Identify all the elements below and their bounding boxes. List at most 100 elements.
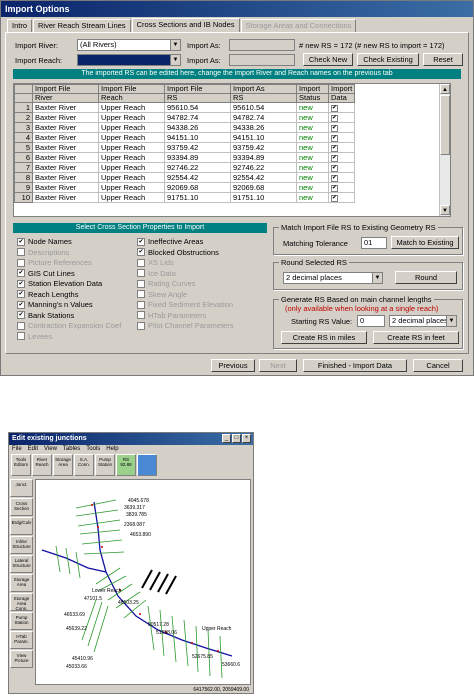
property-checkbox-row[interactable]: ✔ Reach Lengths xyxy=(17,290,78,299)
tab-cross-sections-ib-nodes[interactable]: Cross Sections and IB Nodes xyxy=(131,18,240,33)
property-checkbox[interactable]: ✔ xyxy=(137,248,145,256)
view-picture-button[interactable]: View Picture xyxy=(10,650,33,668)
import-checkbox[interactable]: ✔ xyxy=(331,165,338,172)
minimize-icon[interactable]: _ xyxy=(222,434,231,443)
maximize-icon[interactable]: □ xyxy=(232,434,241,443)
import-as-rs-cell[interactable]: 93394.89 xyxy=(230,152,297,163)
starting-rs-decimal-select[interactable]: 2 decimal places ▼ xyxy=(389,315,457,327)
menu-view[interactable]: View xyxy=(41,445,60,454)
table-scrollbar[interactable]: ▲ ▼ xyxy=(439,84,450,216)
round-decimal-select[interactable]: 2 decimal places ▼ xyxy=(283,272,383,284)
table-row[interactable]: 5 Baxter River Upper Reach 93759.42 93759.42… xyxy=(14,142,356,153)
match-to-existing-button[interactable]: Match to Existing xyxy=(391,236,459,249)
import-as-rs-cell[interactable]: 92554.42 xyxy=(230,172,297,183)
storage-area-editor-button[interactable]: Storage Area xyxy=(10,574,33,592)
property-checkbox-row[interactable]: ✔ Blocked Obstructions xyxy=(137,248,219,257)
chevron-down-icon[interactable]: ▼ xyxy=(170,40,180,50)
cancel-button[interactable]: Cancel xyxy=(413,359,463,372)
property-checkbox[interactable]: ✔ xyxy=(17,237,25,246)
starting-rs-input[interactable]: 0 xyxy=(357,315,385,327)
import-river-select[interactable]: (All Rivers) ▼ xyxy=(77,39,181,51)
menu-tables[interactable]: Tables xyxy=(60,445,83,454)
cross-section-editor-button[interactable]: Cross Section xyxy=(10,498,33,516)
import-as-rs-cell[interactable]: 93759.42 xyxy=(230,142,297,153)
property-checkbox-row[interactable]: ✔ Bank Stations xyxy=(17,311,74,320)
menu-tools[interactable]: Tools xyxy=(83,445,103,454)
check-existing-button[interactable]: Check Existing xyxy=(357,53,419,66)
import-checkbox[interactable]: ✔ xyxy=(331,125,338,132)
import-checkbox[interactable]: ✔ xyxy=(331,105,338,112)
scroll-up-icon[interactable]: ▲ xyxy=(440,84,450,94)
lateral-structure-editor-button[interactable]: Lateral Structure xyxy=(10,555,33,573)
storage-area-button[interactable]: Storage Area xyxy=(53,454,73,476)
import-as-rs-cell[interactable]: 92069.68 xyxy=(230,182,297,193)
tab-intro[interactable]: Intro xyxy=(7,19,33,33)
sa-conn-button[interactable]: S.A. Conn. xyxy=(74,454,94,476)
htab-param-editor-button[interactable]: HTab Param. xyxy=(10,631,33,649)
property-checkbox[interactable]: ✔ xyxy=(17,269,25,277)
import-checkbox[interactable]: ✔ xyxy=(331,135,338,142)
property-checkbox-row[interactable]: ✔ Station Elevation Data xyxy=(17,279,102,288)
bridge-culvert-editor-button[interactable]: Brdg/Culv xyxy=(10,517,33,535)
close-icon[interactable]: × xyxy=(242,434,251,443)
chevron-down-icon[interactable]: ▼ xyxy=(372,273,382,283)
tab-river-reach-stream-lines[interactable]: River Reach Stream Lines xyxy=(33,19,131,33)
property-checkbox[interactable]: ✔ xyxy=(137,237,145,246)
property-checkbox[interactable]: ✔ xyxy=(17,279,25,288)
import-checkbox[interactable]: ✔ xyxy=(331,155,338,162)
property-checkbox-row[interactable]: ✔ Node Names xyxy=(17,237,72,246)
import-as-rs-cell[interactable]: 94782.74 xyxy=(230,112,297,123)
import-as-rs-cell[interactable]: 95610.54 xyxy=(230,102,297,113)
import-as-rs-cell[interactable]: 91751.10 xyxy=(230,192,297,203)
import-checkbox[interactable]: ✔ xyxy=(331,145,338,152)
import-checkbox[interactable]: ✔ xyxy=(331,175,338,182)
table-row[interactable]: 8 Baxter River Upper Reach 92554.42 92554.42… xyxy=(14,172,356,183)
import-checkbox[interactable]: ✔ xyxy=(331,115,338,122)
reset-button[interactable]: Reset xyxy=(423,53,463,66)
menu-file[interactable]: File xyxy=(9,445,25,454)
matching-tolerance-input[interactable]: 01 xyxy=(361,237,387,249)
create-rs-miles-button[interactable]: Create RS in miles xyxy=(281,331,367,344)
chevron-down-icon[interactable]: ▼ xyxy=(446,316,456,326)
property-checkbox-row[interactable]: ✔ Manning's n Values xyxy=(17,300,93,309)
tools-editors-button[interactable]: Tools Editors xyxy=(11,454,31,476)
table-row[interactable]: 6 Baxter River Upper Reach 93394.89 93394.89… xyxy=(14,152,356,163)
import-checkbox[interactable]: ✔ xyxy=(331,185,338,192)
property-checkbox[interactable]: ✔ xyxy=(17,311,25,319)
table-row[interactable]: 1 Baxter River Upper Reach 95610.54 95610.54… xyxy=(14,102,356,113)
import-as-rs-cell[interactable]: 94338.26 xyxy=(230,122,297,133)
background-map-icon[interactable] xyxy=(137,454,157,476)
table-row[interactable]: 10 Baxter River Upper Reach 91751.10 91751.1… xyxy=(14,192,356,203)
create-rs-feet-button[interactable]: Create RS in feet xyxy=(373,331,459,344)
chevron-down-icon[interactable]: ▼ xyxy=(170,55,180,65)
pump-station-editor-button[interactable]: Pump Station xyxy=(10,612,33,630)
schematic-canvas[interactable]: 4045.678 3639.317 3839.785 2368.087 4653… xyxy=(35,479,251,685)
property-checkbox-row[interactable]: ✔ GIS Cut Lines xyxy=(17,269,75,278)
table-row[interactable]: 4 Baxter River Upper Reach 94151.10 94151.10… xyxy=(14,132,356,143)
finished-import-data-button[interactable]: Finished - Import Data xyxy=(303,359,407,372)
property-checkbox[interactable]: ✔ xyxy=(17,300,25,309)
import-checkbox[interactable]: ✔ xyxy=(331,195,338,202)
import-as-rs-cell[interactable]: 94151.10 xyxy=(230,132,297,143)
table-row[interactable]: 9 Baxter River Upper Reach 92069.68 92069.68… xyxy=(14,182,356,193)
check-new-button[interactable]: Check New xyxy=(303,53,353,66)
property-checkbox[interactable]: ✔ xyxy=(17,290,25,298)
storage-area-conn-editor-button[interactable]: Storage Area Conn. xyxy=(10,593,33,611)
inline-structure-editor-button[interactable]: Inline Structure xyxy=(10,536,33,554)
table-row[interactable]: 2 Baxter River Upper Reach 94782.74 94782.74… xyxy=(14,112,356,123)
round-button[interactable]: Round xyxy=(395,271,457,284)
rs-label-button[interactable]: RS 92.88 xyxy=(116,454,136,476)
table-row[interactable]: 3 Baxter River Upper Reach 94338.26 94338.26… xyxy=(14,122,356,133)
property-checkbox-row[interactable]: ✔ Ineffective Areas xyxy=(137,237,203,246)
previous-button[interactable]: Previous xyxy=(211,359,255,372)
import-as-rs-cell[interactable]: 92746.22 xyxy=(230,162,297,173)
scroll-thumb[interactable] xyxy=(440,95,450,155)
import-reach-select[interactable]: ▼ xyxy=(77,54,181,66)
junction-editor-button[interactable]: Junct. xyxy=(10,479,33,497)
river-reach-button[interactable]: River Reach xyxy=(32,454,52,476)
table-row[interactable]: 7 Baxter River Upper Reach 92746.22 92746.22… xyxy=(14,162,356,173)
pump-station-button[interactable]: Pump Station xyxy=(95,454,115,476)
scroll-down-icon[interactable]: ▼ xyxy=(440,205,450,215)
menu-help[interactable]: Help xyxy=(103,445,121,454)
menu-edit[interactable]: Edit xyxy=(25,445,41,454)
